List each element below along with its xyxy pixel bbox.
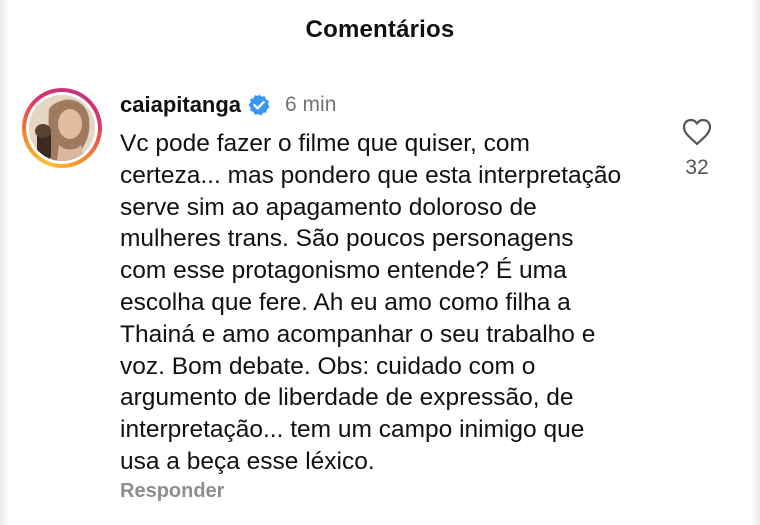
avatar[interactable] [29, 95, 95, 161]
like-count: 32 [685, 156, 709, 179]
sheet-header: Comentários [0, 0, 760, 60]
comment-text: Vc pode fazer o filme que quiser, com ce… [120, 130, 622, 475]
like-control[interactable]: 32 [672, 118, 722, 180]
comments-sheet: Comentários caiapitanga 6 min Vc pode fa… [0, 0, 760, 525]
verified-badge-icon [248, 94, 270, 116]
heart-icon[interactable] [682, 118, 712, 146]
comment-timestamp: 6 min [285, 93, 337, 116]
reply-button[interactable]: Responder [120, 480, 224, 503]
sheet-edge-left [0, 0, 10, 525]
sheet-edge-right [750, 0, 760, 525]
avatar-story-ring[interactable] [22, 88, 102, 168]
avatar-image [29, 95, 95, 161]
comment-meta: caiapitanga 6 min [120, 90, 336, 120]
comment-username[interactable]: caiapitanga [120, 92, 241, 118]
page-title: Comentários [305, 16, 455, 43]
